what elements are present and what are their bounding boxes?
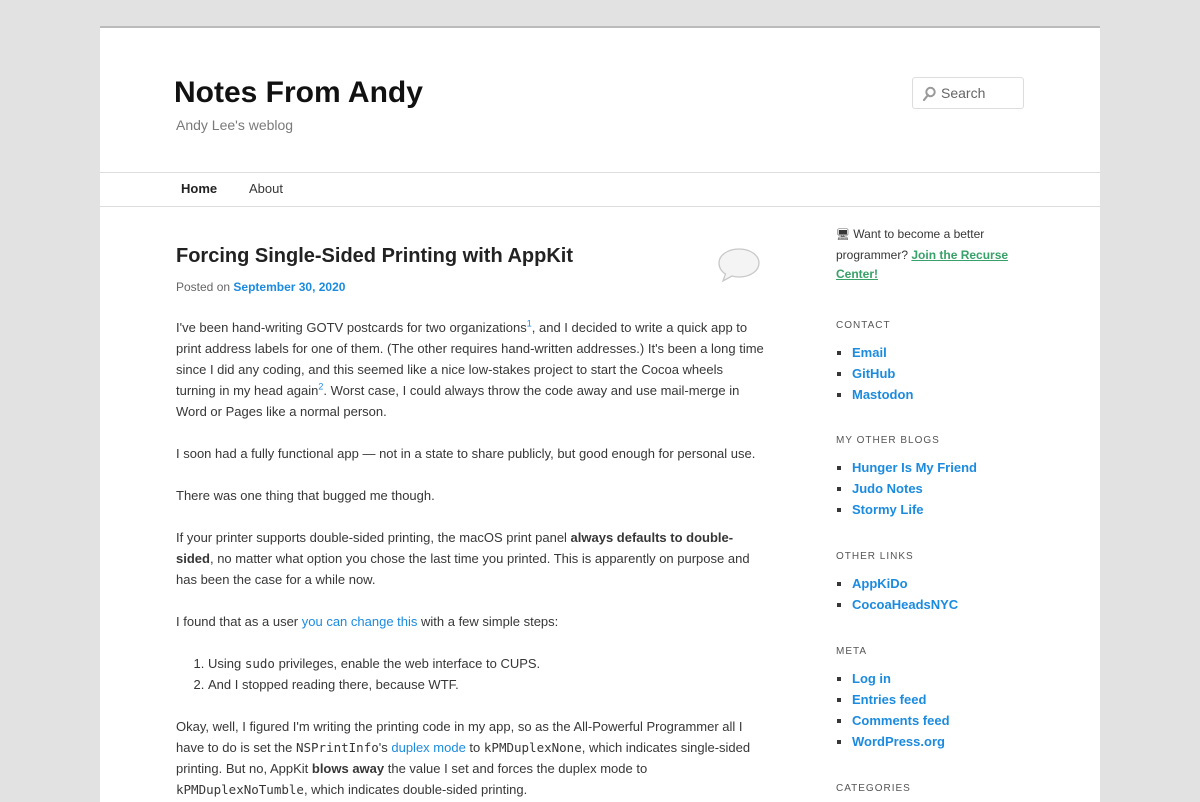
list-item: Stormy Life: [852, 499, 1026, 520]
list-item: CocoaHeadsNYC: [852, 594, 1026, 615]
widget-meta: META Log in Entries feed Comments feed W…: [836, 646, 1026, 752]
entries-feed-link[interactable]: Entries feed: [852, 692, 926, 707]
steps-list: Using sudo privileges, enable the web in…: [176, 653, 764, 695]
paragraph: I've been hand-writing GOTV postcards fo…: [176, 318, 764, 419]
list-item: AppKiDo: [852, 573, 1026, 594]
widget-other-blogs: MY OTHER BLOGS Hunger Is My Friend Judo …: [836, 435, 1026, 520]
list-item: Entries feed: [852, 689, 1026, 710]
cocoaheadsnyc-link[interactable]: CocoaHeadsNYC: [852, 597, 958, 612]
widget-title: CATEGORIES: [836, 783, 911, 794]
site-description: Andy Lee's weblog: [176, 117, 294, 133]
sidebar: 🖥 Want to become a better programmer? Jo…: [836, 225, 1026, 794]
computer-icon: 🖥: [836, 229, 850, 241]
widget-title: MY OTHER BLOGS: [836, 435, 940, 446]
widget-categories: CATEGORIES: [836, 783, 1026, 794]
site-title[interactable]: Notes From Andy: [174, 76, 423, 110]
post-date-link[interactable]: September 30, 2020: [233, 280, 345, 294]
contact-email-link[interactable]: Email: [852, 345, 887, 360]
search-input[interactable]: [939, 82, 1021, 104]
comments-feed-link[interactable]: Comments feed: [852, 713, 950, 728]
wordpress-org-link[interactable]: WordPress.org: [852, 734, 945, 749]
list-item: Using sudo privileges, enable the web in…: [208, 653, 764, 674]
widget-title: CONTACT: [836, 320, 891, 331]
blog-link[interactable]: Judo Notes: [852, 481, 923, 496]
widget-title: OTHER LINKS: [836, 551, 914, 562]
list-item: Hunger Is My Friend: [852, 457, 1026, 478]
paragraph: If your printer supports double-sided pr…: [176, 530, 750, 587]
nav-item-about[interactable]: About: [249, 181, 283, 196]
recurse-promo: 🖥 Want to become a better programmer? Jo…: [836, 227, 1009, 281]
contact-github-link[interactable]: GitHub: [852, 366, 895, 381]
paragraph: I found that as a user you can change th…: [176, 614, 559, 629]
list-item: Mastodon: [852, 384, 1026, 405]
search-box[interactable]: [912, 77, 1024, 109]
list-item: And I stopped reading there, because WTF…: [208, 674, 764, 695]
main-navigation: Home About: [100, 172, 1100, 207]
post-meta: Posted on September 30, 2020: [176, 280, 345, 294]
list-item: Email: [852, 342, 1026, 363]
search-icon: [922, 86, 936, 101]
blog-link[interactable]: Stormy Life: [852, 502, 924, 517]
contact-mastodon-link[interactable]: Mastodon: [852, 387, 913, 402]
paragraph: I soon had a fully functional app — not …: [176, 446, 756, 461]
list-item: WordPress.org: [852, 731, 1026, 752]
blog-link[interactable]: Hunger Is My Friend: [852, 460, 977, 475]
login-link[interactable]: Log in: [852, 671, 891, 686]
widget-other-links: OTHER LINKS AppKiDo CocoaHeadsNYC: [836, 551, 1026, 615]
widget-contact: CONTACT Email GitHub Mastodon: [836, 320, 1026, 405]
post-title[interactable]: Forcing Single-Sided Printing with AppKi…: [176, 245, 573, 268]
comment-bubble-icon[interactable]: [717, 246, 761, 284]
paragraph: Okay, well, I figured I'm writing the pr…: [176, 719, 751, 797]
page-container: Notes From Andy Andy Lee's weblog Home A…: [100, 26, 1100, 802]
paragraph: There was one thing that bugged me thoug…: [176, 488, 435, 503]
list-item: Comments feed: [852, 710, 1026, 731]
list-item: Judo Notes: [852, 478, 1026, 499]
nav-item-home[interactable]: Home: [181, 181, 217, 196]
list-item: GitHub: [852, 363, 1026, 384]
post-content: I've been hand-writing GOTV postcards fo…: [176, 317, 764, 802]
appkido-link[interactable]: AppKiDo: [852, 576, 908, 591]
posted-on-label: Posted on: [176, 280, 231, 294]
change-this-link[interactable]: you can change this: [302, 614, 418, 629]
duplex-mode-link[interactable]: duplex mode: [391, 740, 465, 755]
widget-title: META: [836, 646, 868, 657]
list-item: Log in: [852, 668, 1026, 689]
